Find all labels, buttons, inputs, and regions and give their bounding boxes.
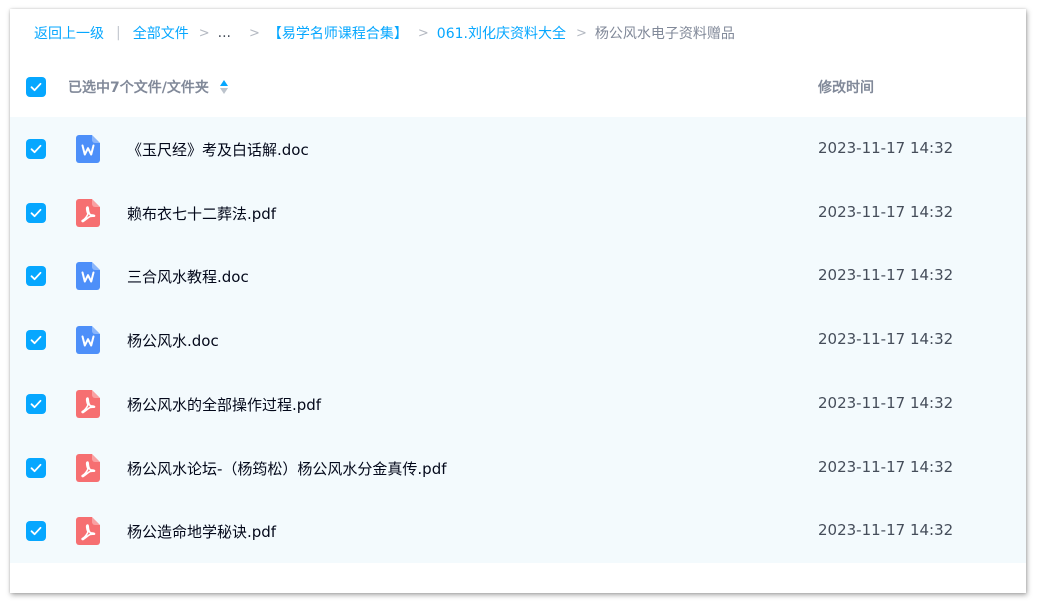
select-all-checkbox[interactable]: [26, 77, 46, 97]
chevron-right-icon: >: [198, 25, 210, 41]
checkmark-icon: [30, 527, 42, 536]
checkmark-icon: [30, 208, 42, 217]
checkmark-icon: [30, 399, 42, 408]
breadcrumb: 返回上一级 | 全部文件 > ... > 【易学名师课程合集】 > 061.刘化…: [34, 21, 735, 45]
pdf-icon: [76, 453, 100, 482]
chevron-right-icon: >: [248, 25, 260, 41]
checkmark-icon: [30, 335, 42, 345]
file-checkbox[interactable]: [26, 457, 46, 478]
breadcrumb-current: 杨公风水电子资料赠品: [594, 26, 735, 42]
file-modified-time: 2023-11-17 14:32: [818, 521, 954, 540]
file-modified-time: 2023-11-17 14:32: [818, 202, 954, 221]
selection-count-label: 已选中7个文件/文件夹: [68, 80, 209, 96]
breadcrumb-ellipsis[interactable]: ...: [218, 25, 231, 41]
column-header-time[interactable]: 修改时间: [818, 77, 874, 97]
selection-summary: 已选中7个文件/文件夹: [68, 77, 229, 97]
file-checkbox[interactable]: [26, 202, 46, 223]
file-modified-time: 2023-11-17 14:32: [818, 266, 954, 285]
file-name[interactable]: 《玉尺经》考及白话解.doc: [127, 139, 309, 160]
file-checkbox[interactable]: [26, 330, 46, 351]
file-name[interactable]: 赖布衣七十二葬法.pdf: [127, 203, 276, 224]
breadcrumb-all-files[interactable]: 全部文件: [133, 23, 189, 43]
word-icon: [76, 262, 100, 291]
file-name[interactable]: 杨公造命地学秘诀.pdf: [127, 521, 276, 542]
file-modified-time: 2023-11-17 14:32: [818, 139, 954, 157]
chevron-right-icon: >: [575, 25, 587, 41]
file-row[interactable]: 杨公风水论坛-（杨筠松）杨公风水分金真传.pdf 2023-11-17 14:32: [10, 436, 1026, 500]
checkmark-icon: [30, 272, 42, 281]
breadcrumb-folder-1[interactable]: 【易学名师课程合集】: [268, 23, 408, 43]
file-row[interactable]: 杨公造命地学秘诀.pdf 2023-11-17 14:32: [10, 499, 1026, 563]
file-row[interactable]: 杨公风水.doc 2023-11-17 14:32: [10, 308, 1026, 372]
file-list: 《玉尺经》考及白话解.doc 2023-11-17 14:32 赖布衣七十二葬法.p…: [10, 117, 1026, 563]
file-row[interactable]: 《玉尺经》考及白话解.doc 2023-11-17 14:32: [10, 117, 1026, 181]
word-icon: [76, 326, 100, 355]
file-browser-window: 返回上一级 | 全部文件 > ... > 【易学名师课程合集】 > 061.刘化…: [10, 9, 1026, 593]
breadcrumb-divider: |: [116, 25, 121, 41]
checkmark-icon: [30, 463, 42, 472]
file-name[interactable]: 杨公风水的全部操作过程.pdf: [127, 394, 321, 415]
file-name[interactable]: 三合风水教程.doc: [127, 266, 249, 287]
file-row[interactable]: 三合风水教程.doc 2023-11-17 14:32: [10, 244, 1026, 308]
file-checkbox[interactable]: [26, 393, 46, 414]
file-modified-time: 2023-11-17 14:32: [818, 393, 954, 412]
sort-icon[interactable]: [219, 79, 229, 95]
file-row[interactable]: 杨公风水的全部操作过程.pdf 2023-11-17 14:32: [10, 372, 1026, 436]
file-name[interactable]: 杨公风水论坛-（杨筠松）杨公风水分金真传.pdf: [127, 458, 447, 479]
file-name[interactable]: 杨公风水.doc: [127, 330, 219, 351]
back-link[interactable]: 返回上一级: [34, 23, 104, 43]
word-icon: [76, 135, 100, 163]
file-checkbox[interactable]: [26, 521, 46, 542]
list-header: 已选中7个文件/文件夹 修改时间: [10, 69, 1026, 105]
file-checkbox[interactable]: [26, 139, 46, 159]
pdf-icon: [76, 517, 100, 546]
pdf-icon: [76, 389, 100, 418]
breadcrumb-folder-2[interactable]: 061.刘化庆资料大全: [437, 23, 566, 43]
file-checkbox[interactable]: [26, 266, 46, 287]
pdf-icon: [76, 198, 100, 227]
checkmark-icon: [30, 82, 42, 92]
file-row[interactable]: 赖布衣七十二葬法.pdf 2023-11-17 14:32: [10, 181, 1026, 245]
chevron-right-icon: >: [417, 25, 429, 41]
file-modified-time: 2023-11-17 14:32: [818, 330, 954, 349]
file-modified-time: 2023-11-17 14:32: [818, 457, 954, 476]
checkmark-icon: [30, 144, 42, 154]
